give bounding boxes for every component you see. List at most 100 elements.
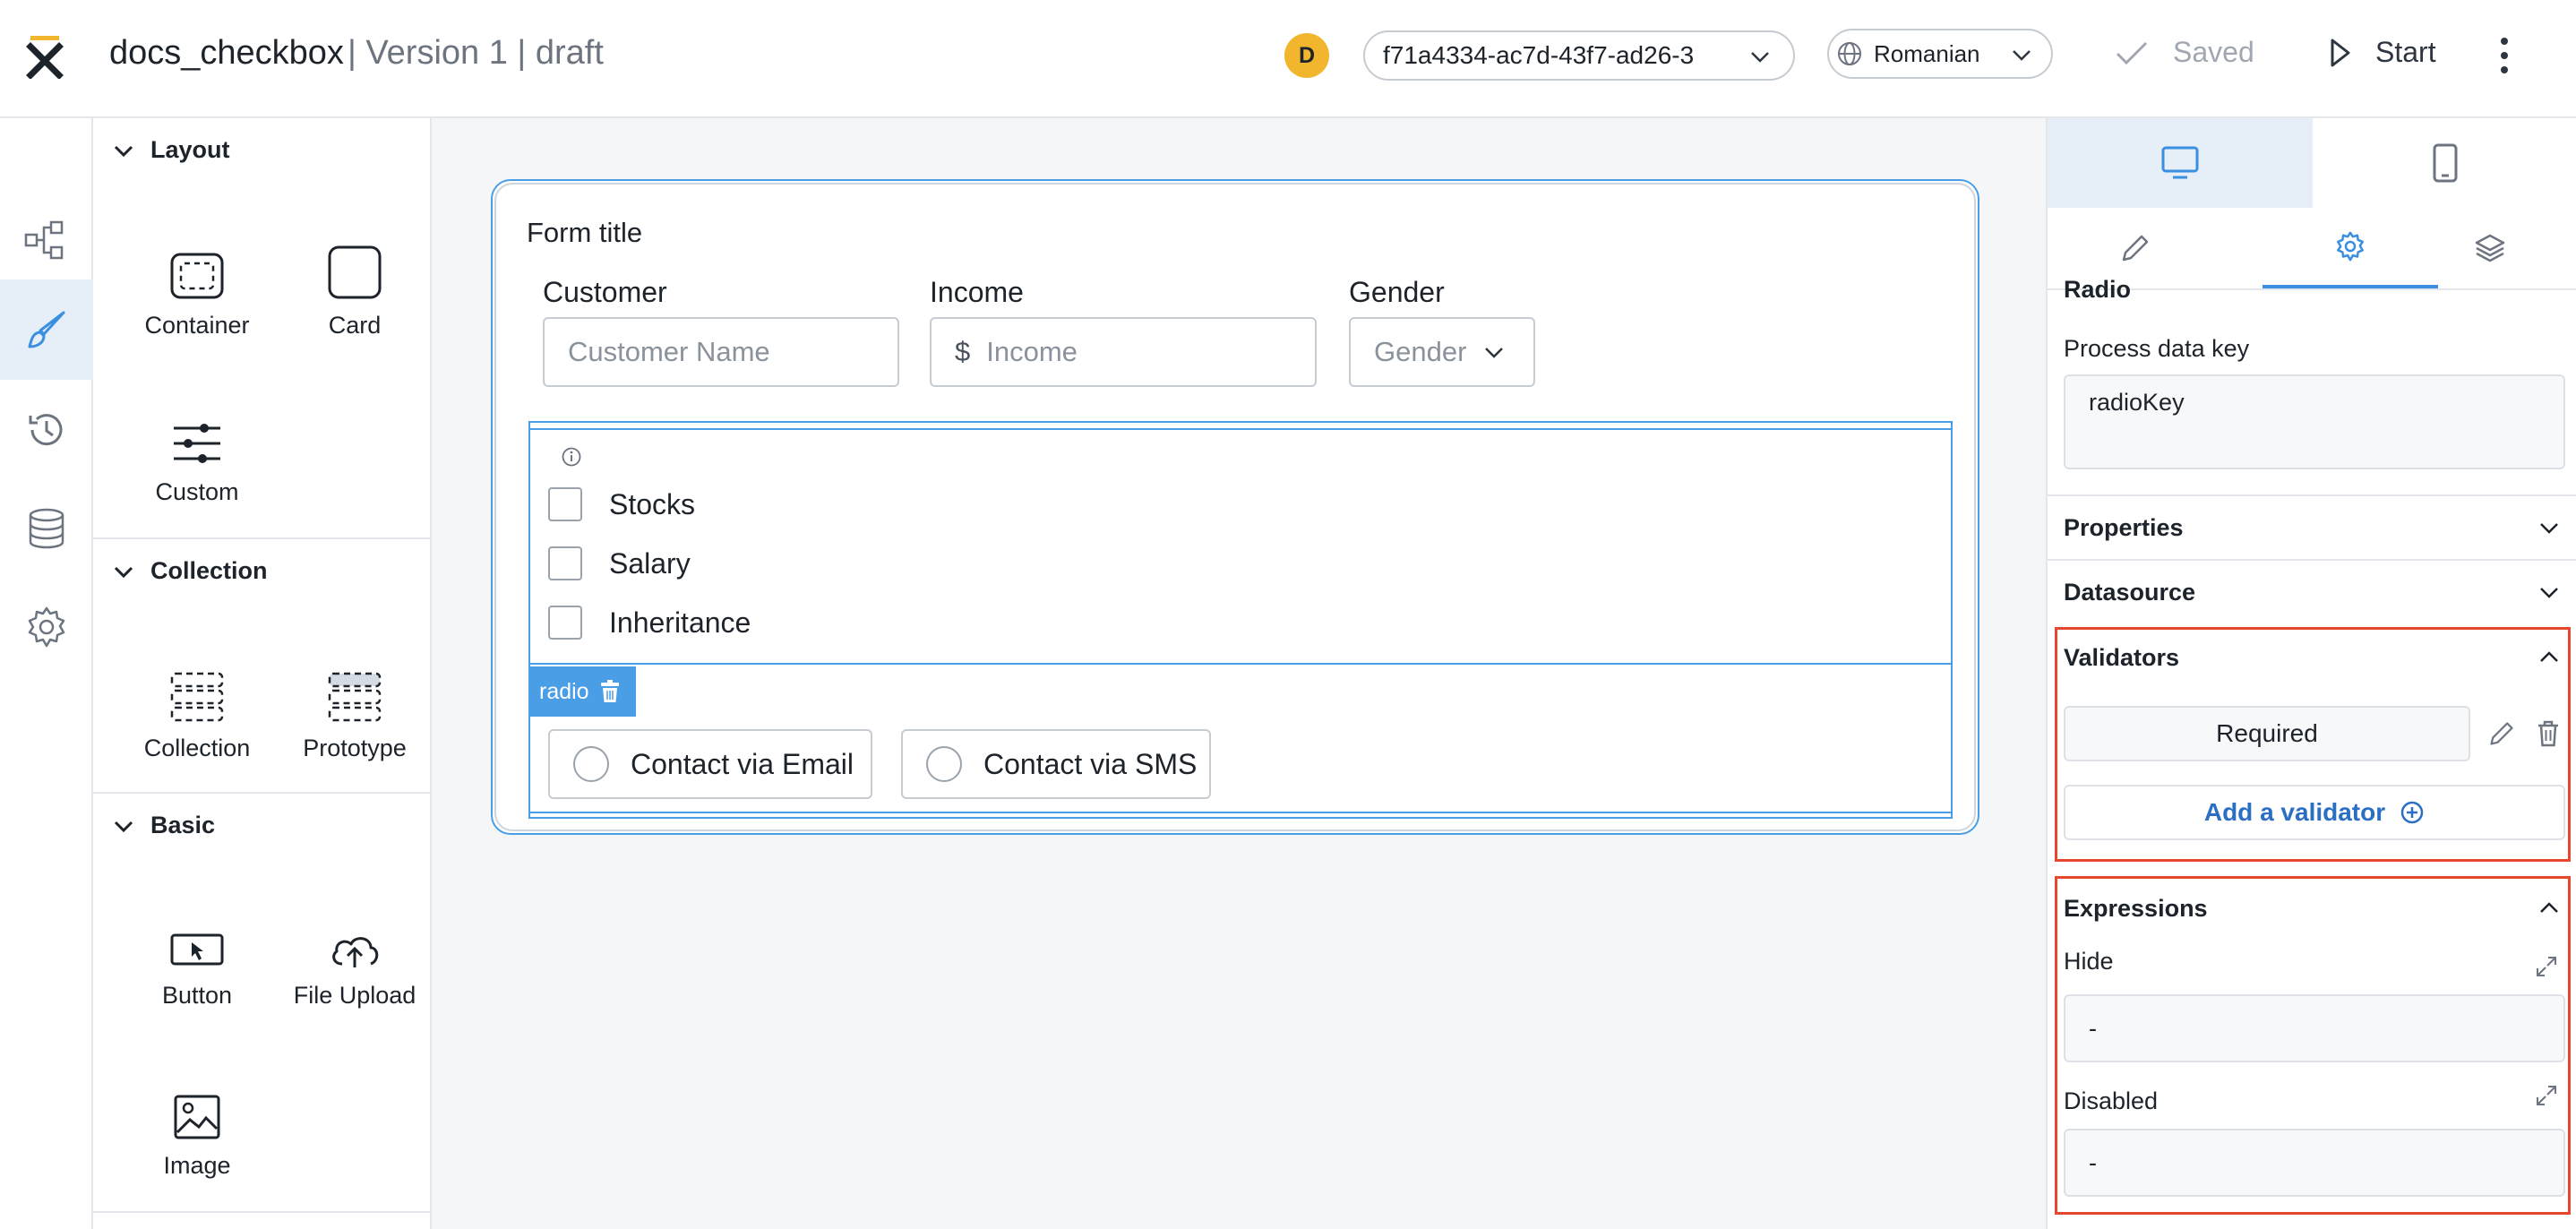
tab-layers[interactable] <box>2402 208 2576 288</box>
checkbox-group[interactable]: Stocks Salary Inheritance <box>530 428 1951 665</box>
saved-status: Saved <box>2114 36 2254 69</box>
process-id-value: f71a4334-ac7d-43f7-ad26-3 <box>1383 41 1695 69</box>
chevron-down-icon <box>2013 50 2031 61</box>
chevron-up-icon <box>2540 651 2558 662</box>
section-divider <box>93 792 432 794</box>
language-select[interactable]: Romanian <box>1827 29 2053 79</box>
add-validator-button[interactable]: Add a validator <box>2064 785 2565 840</box>
rail-settings[interactable] <box>0 577 93 677</box>
customer-label: Customer <box>543 276 667 308</box>
palette-file-upload[interactable]: File Upload <box>276 932 434 1010</box>
radio-option[interactable]: Contact via Email <box>548 729 872 799</box>
palette-card[interactable]: Card <box>276 245 434 339</box>
disabled-expression-input[interactable]: - <box>2064 1129 2565 1197</box>
chevron-down-icon <box>2540 523 2558 534</box>
income-input[interactable]: $ Income <box>930 317 1317 387</box>
trash-icon[interactable] <box>600 680 620 703</box>
history-icon <box>29 414 63 446</box>
mobile-view-tab[interactable] <box>2313 118 2576 208</box>
palette-image[interactable]: Image <box>118 1095 276 1180</box>
validators-accordion[interactable]: Validators <box>2048 625 2576 690</box>
layout-section-header[interactable]: Layout <box>111 136 230 164</box>
customer-input[interactable]: Customer Name <box>543 317 899 387</box>
properties-panel: Radio Process data key radioKey Properti… <box>2046 118 2576 1229</box>
radio-button[interactable] <box>573 746 609 782</box>
pencil-icon <box>2122 235 2149 262</box>
more-menu-icon[interactable] <box>2495 34 2513 77</box>
chevron-down-icon <box>114 145 133 157</box>
check-icon <box>2116 41 2148 64</box>
disabled-expression-value: - <box>2089 1148 2097 1176</box>
checkbox-label: Stocks <box>609 487 696 520</box>
checkbox-option[interactable]: Inheritance <box>548 606 751 640</box>
radio-label: Contact via SMS <box>983 747 1198 780</box>
radio-label: Contact via Email <box>631 747 854 780</box>
basic-section-header[interactable]: Basic <box>111 812 215 839</box>
palette-prototype[interactable]: Prototype <box>276 672 434 762</box>
disabled-label: Disabled <box>2064 1087 2159 1114</box>
chevron-down-icon <box>1751 52 1769 63</box>
design-canvas: Form title Customer Customer Name Income… <box>432 118 2046 1229</box>
process-id-select[interactable]: f71a4334-ac7d-43f7-ad26-3 <box>1363 30 1795 81</box>
palette-button[interactable]: Button <box>118 933 276 1010</box>
accordion-title: Properties <box>2064 513 2184 541</box>
checkbox[interactable] <box>548 487 582 521</box>
pencil-icon[interactable] <box>2488 720 2515 747</box>
radio-button[interactable] <box>926 746 962 782</box>
palette-container[interactable]: Container <box>118 253 276 339</box>
form-card[interactable]: Form title Customer Customer Name Income… <box>491 179 1979 835</box>
info-icon[interactable] <box>561 446 582 468</box>
checkbox[interactable] <box>548 546 582 580</box>
app-logo-icon[interactable] <box>25 34 64 79</box>
card-icon <box>328 245 382 299</box>
radio-group[interactable]: radio Contact via Email Contact via SMS <box>530 666 1951 813</box>
prototype-icon <box>328 672 382 722</box>
collection-section-header[interactable]: Collection <box>111 557 268 585</box>
expand-icon[interactable] <box>2535 955 2558 978</box>
tile-label: File Upload <box>293 982 416 1009</box>
process-key-value: radioKey <box>2089 389 2185 416</box>
palette-custom[interactable]: Custom <box>118 421 276 506</box>
properties-accordion[interactable]: Properties <box>2048 494 2576 559</box>
basic-section-title: Basic <box>150 812 216 838</box>
start-button[interactable]: Start <box>2329 36 2436 69</box>
expand-icon[interactable] <box>2535 1084 2558 1107</box>
checkbox-option[interactable]: Stocks <box>548 487 695 521</box>
section-divider <box>93 1211 432 1213</box>
hide-label: Hide <box>2064 948 2114 975</box>
tile-label: Button <box>161 982 233 1009</box>
palette-collection[interactable]: Collection <box>118 672 276 762</box>
collection-section-title: Collection <box>150 557 268 584</box>
button-icon <box>170 933 224 966</box>
trash-icon[interactable] <box>2537 720 2560 747</box>
section-divider <box>93 537 432 539</box>
gender-placeholder: Gender <box>1374 336 1467 367</box>
left-nav-rail <box>0 118 93 1229</box>
datasource-accordion[interactable]: Datasource <box>2048 559 2576 623</box>
gender-select[interactable]: Gender <box>1349 317 1535 387</box>
accordion-title: Datasource <box>2064 578 2196 606</box>
desktop-icon <box>2161 146 2199 179</box>
income-label: Income <box>930 276 1024 308</box>
rail-history[interactable] <box>0 380 93 480</box>
gender-label: Gender <box>1349 276 1445 308</box>
checkbox[interactable] <box>548 606 582 640</box>
chevron-down-icon <box>2540 588 2558 598</box>
tile-label: Container <box>144 312 250 339</box>
user-avatar[interactable]: D <box>1284 33 1329 78</box>
gear-icon <box>2337 231 2364 262</box>
checkbox-option[interactable]: Salary <box>548 546 691 580</box>
hide-expression-input[interactable]: - <box>2064 994 2565 1062</box>
process-key-input[interactable]: radioKey <box>2064 374 2565 469</box>
rail-data-model[interactable] <box>0 478 93 579</box>
selected-group-box[interactable]: Stocks Salary Inheritance radio Contact … <box>528 421 1953 819</box>
brush-icon <box>28 311 65 348</box>
radio-option[interactable]: Contact via SMS <box>901 729 1211 799</box>
rail-ui-designer[interactable] <box>0 279 93 380</box>
expressions-accordion[interactable]: Expressions <box>2048 876 2576 941</box>
add-validator-label: Add a validator <box>2203 798 2386 826</box>
desktop-view-tab[interactable] <box>2048 118 2313 208</box>
process-name: docs_checkbox <box>109 34 344 72</box>
rail-process-tree[interactable] <box>0 190 93 290</box>
top-bar: docs_checkbox | Version 1 | draft D f71a… <box>0 0 2576 118</box>
